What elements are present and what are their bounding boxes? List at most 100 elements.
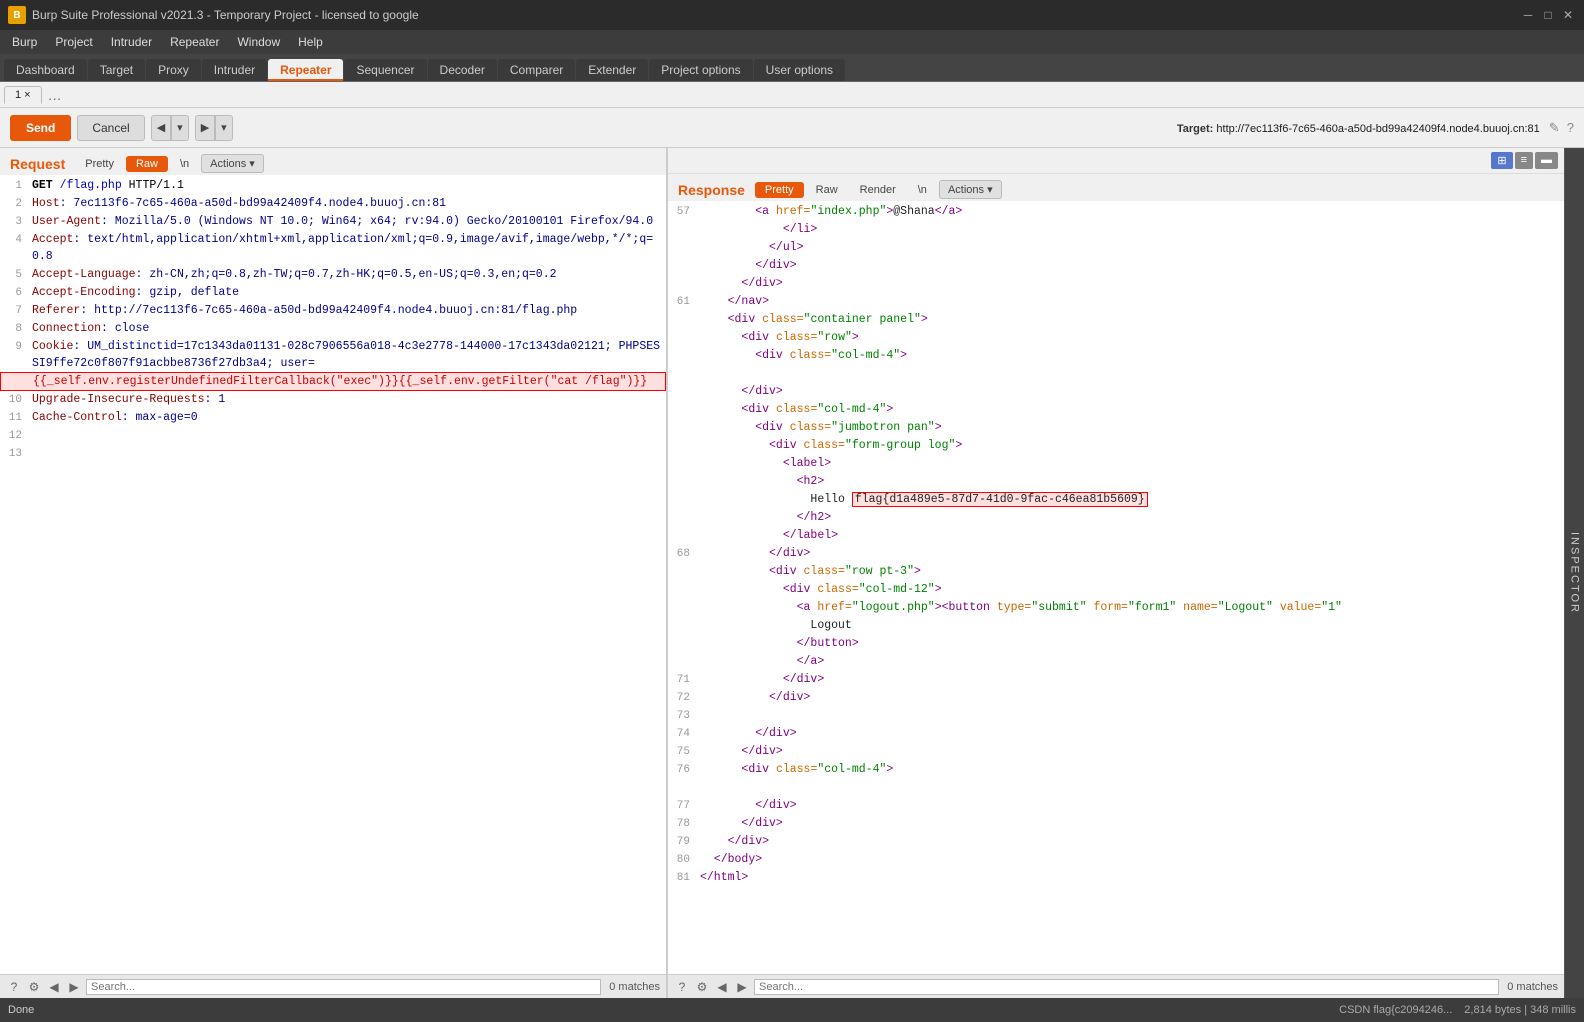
- request-search-prev-icon[interactable]: ◀: [46, 979, 62, 995]
- nav-back-dropdown[interactable]: ▾: [171, 115, 189, 141]
- request-tab-ln[interactable]: \n: [170, 156, 199, 172]
- menu-item-window[interactable]: Window: [229, 32, 288, 52]
- response-tab-pretty[interactable]: Pretty: [755, 182, 804, 198]
- main-tab-extender[interactable]: Extender: [576, 59, 648, 81]
- main-tab-proxy[interactable]: Proxy: [146, 59, 201, 81]
- minimize-button[interactable]: ─: [1520, 7, 1536, 23]
- table-row: 7Referer: http://7ec113f6-7c65-460a-a50d…: [0, 302, 666, 320]
- request-search-help-icon[interactable]: ?: [6, 979, 22, 995]
- request-tab-pretty[interactable]: Pretty: [75, 156, 124, 172]
- main-tabs: DashboardTargetProxyIntruderRepeaterSequ…: [0, 54, 1584, 82]
- maximize-button[interactable]: □: [1540, 7, 1556, 23]
- menubar: BurpProjectIntruderRepeaterWindowHelp: [0, 30, 1584, 54]
- table-row: 57 <a href="index.php">@Shana</a>: [668, 203, 1564, 221]
- target-key: Target:: [1177, 123, 1213, 135]
- request-header: Request Pretty Raw \n Actions ▾: [0, 148, 666, 175]
- status-right-info: CSDN flag{c2094246...: [1339, 1004, 1452, 1016]
- table-row: </button>: [668, 635, 1564, 653]
- response-subtabs: Pretty Raw Render \n Actions ▾: [755, 180, 1002, 199]
- table-row: <div class="jumbotron pan">: [668, 419, 1564, 437]
- cancel-button[interactable]: Cancel: [77, 115, 144, 141]
- send-button[interactable]: Send: [10, 115, 71, 141]
- nav-forward-dropdown[interactable]: ▾: [215, 115, 233, 141]
- request-code-area: 1GET /flag.php HTTP/1.12Host: 7ec113f6-7…: [0, 175, 666, 974]
- response-tab-raw[interactable]: Raw: [806, 182, 848, 198]
- request-search-settings-icon[interactable]: ⚙: [26, 979, 42, 995]
- nav-back-button[interactable]: ◀: [151, 115, 171, 141]
- request-actions-button[interactable]: Actions ▾: [201, 154, 264, 173]
- main-tab-comparer[interactable]: Comparer: [498, 59, 575, 81]
- view-toggle-bar: ⊞ ≡ ▬: [668, 148, 1564, 174]
- table-row: 4Accept: text/html,application/xhtml+xml…: [0, 231, 666, 266]
- table-row: 6Accept-Encoding: gzip, deflate: [0, 284, 666, 302]
- view-toggle-list[interactable]: ≡: [1515, 152, 1533, 169]
- table-row: {{_self.env.registerUndefinedFilterCallb…: [0, 372, 666, 391]
- response-search-help-icon[interactable]: ?: [674, 979, 690, 995]
- table-row: <div class="col-md-4">: [668, 401, 1564, 419]
- response-search-next-icon[interactable]: ▶: [734, 979, 750, 995]
- response-tab-ln[interactable]: \n: [908, 182, 937, 198]
- request-search-input[interactable]: [86, 979, 601, 995]
- main-tab-project-options[interactable]: Project options: [649, 59, 752, 81]
- table-row: 1GET /flag.php HTTP/1.1: [0, 177, 666, 195]
- status-text: Done: [8, 1004, 34, 1016]
- table-row: [668, 365, 1564, 383]
- menu-item-intruder[interactable]: Intruder: [103, 32, 160, 52]
- table-row: 10Upgrade-Insecure-Requests: 1: [0, 391, 666, 409]
- table-row: 71 </div>: [668, 671, 1564, 689]
- request-search-bar: ? ⚙ ◀ ▶ 0 matches: [0, 974, 666, 998]
- table-row: </a>: [668, 653, 1564, 671]
- table-row: </li>: [668, 221, 1564, 239]
- main-tab-repeater[interactable]: Repeater: [268, 59, 343, 81]
- title-left: B Burp Suite Professional v2021.3 - Temp…: [8, 6, 419, 24]
- view-toggle-single[interactable]: ▬: [1535, 152, 1558, 169]
- response-search-settings-icon[interactable]: ⚙: [694, 979, 710, 995]
- menu-item-project[interactable]: Project: [47, 32, 100, 52]
- status-left: Done: [8, 1004, 34, 1016]
- table-row: <div class="form-group log">: [668, 437, 1564, 455]
- table-row: <div class="container panel">: [668, 311, 1564, 329]
- request-tab-raw[interactable]: Raw: [126, 156, 168, 172]
- table-row: <div class="row">: [668, 329, 1564, 347]
- response-search-prev-icon[interactable]: ◀: [714, 979, 730, 995]
- table-row: 73: [668, 707, 1564, 725]
- table-row: 8Connection: close: [0, 320, 666, 338]
- table-row: </label>: [668, 527, 1564, 545]
- main-tab-target[interactable]: Target: [88, 59, 145, 81]
- main-content: Request Pretty Raw \n Actions ▾ 1GET /fl…: [0, 148, 1584, 998]
- table-row: <label>: [668, 455, 1564, 473]
- app-title: Burp Suite Professional v2021.3 - Tempor…: [32, 8, 419, 22]
- menu-item-repeater[interactable]: Repeater: [162, 32, 227, 52]
- table-row: 72 </div>: [668, 689, 1564, 707]
- nav-forward-button[interactable]: ▶: [195, 115, 215, 141]
- view-toggle-split[interactable]: ⊞: [1491, 152, 1512, 169]
- table-row: 9Cookie: UM_distinctid=17c1343da01131-02…: [0, 338, 666, 373]
- menu-item-help[interactable]: Help: [290, 32, 331, 52]
- main-tab-sequencer[interactable]: Sequencer: [344, 59, 426, 81]
- table-row: 5Accept-Language: zh-CN,zh;q=0.8,zh-TW;q…: [0, 266, 666, 284]
- main-tab-decoder[interactable]: Decoder: [428, 59, 497, 81]
- table-row: </div>: [668, 275, 1564, 293]
- table-row: 13: [0, 445, 666, 463]
- response-search-input[interactable]: [754, 979, 1499, 995]
- inspector-pane[interactable]: INSPECTOR: [1564, 148, 1584, 998]
- close-button[interactable]: ✕: [1560, 7, 1576, 23]
- repeater-tab-1[interactable]: 1 ×: [4, 86, 42, 104]
- table-row: 68 </div>: [668, 545, 1564, 563]
- main-tab-intruder[interactable]: Intruder: [202, 59, 267, 81]
- help-icon[interactable]: ?: [1567, 120, 1574, 135]
- response-tab-render[interactable]: Render: [850, 182, 906, 198]
- table-row: <div class="col-md-12">: [668, 581, 1564, 599]
- main-tab-dashboard[interactable]: Dashboard: [4, 59, 87, 81]
- response-actions-button[interactable]: Actions ▾: [939, 180, 1002, 199]
- request-search-next-icon[interactable]: ▶: [66, 979, 82, 995]
- window-controls[interactable]: ─ □ ✕: [1520, 7, 1576, 23]
- menu-item-burp[interactable]: Burp: [4, 32, 45, 52]
- table-row: 3User-Agent: Mozilla/5.0 (Windows NT 10.…: [0, 213, 666, 231]
- table-row: Logout: [668, 617, 1564, 635]
- main-tab-user-options[interactable]: User options: [754, 59, 845, 81]
- app-logo: B: [8, 6, 26, 24]
- repeater-tab-dots[interactable]: …: [44, 87, 66, 103]
- edit-target-icon[interactable]: ✎: [1549, 120, 1560, 135]
- table-row: 11Cache-Control: max-age=0: [0, 409, 666, 427]
